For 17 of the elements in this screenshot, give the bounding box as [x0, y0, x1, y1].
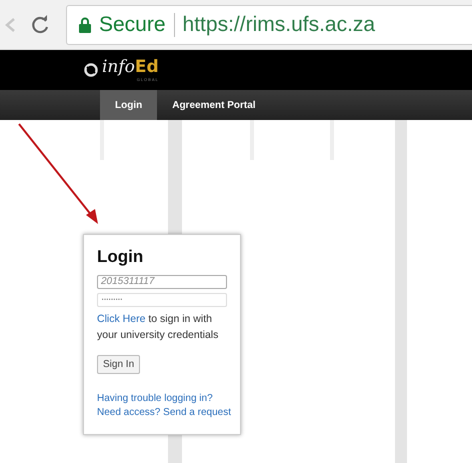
nav-tab[interactable]: Login	[100, 90, 158, 120]
logo-icon	[84, 63, 98, 77]
login-title: Login	[97, 247, 144, 267]
address-bar[interactable]: Secure https://rims.ufs.ac.za	[66, 4, 472, 44]
password-field[interactable]: ·········	[97, 293, 227, 307]
reload-icon[interactable]	[30, 14, 50, 34]
logo-text: info	[102, 58, 135, 77]
nav-tab[interactable]: Agreement Portal	[157, 90, 271, 120]
lock-icon	[79, 16, 91, 32]
sign-in-button[interactable]: Sign In	[97, 355, 140, 374]
logo-accent-text: Ed	[134, 58, 159, 77]
sso-instructions: Click Here to sign in with your university credentials	[97, 312, 220, 343]
url-text: https://rims.ufs.ac.za	[182, 12, 376, 36]
sso-link[interactable]: Click Here	[97, 313, 146, 325]
help-link[interactable]: Having trouble logging in?	[97, 392, 227, 406]
username-field[interactable]: 2015311117	[97, 275, 227, 289]
security-label: Secure	[99, 12, 166, 36]
